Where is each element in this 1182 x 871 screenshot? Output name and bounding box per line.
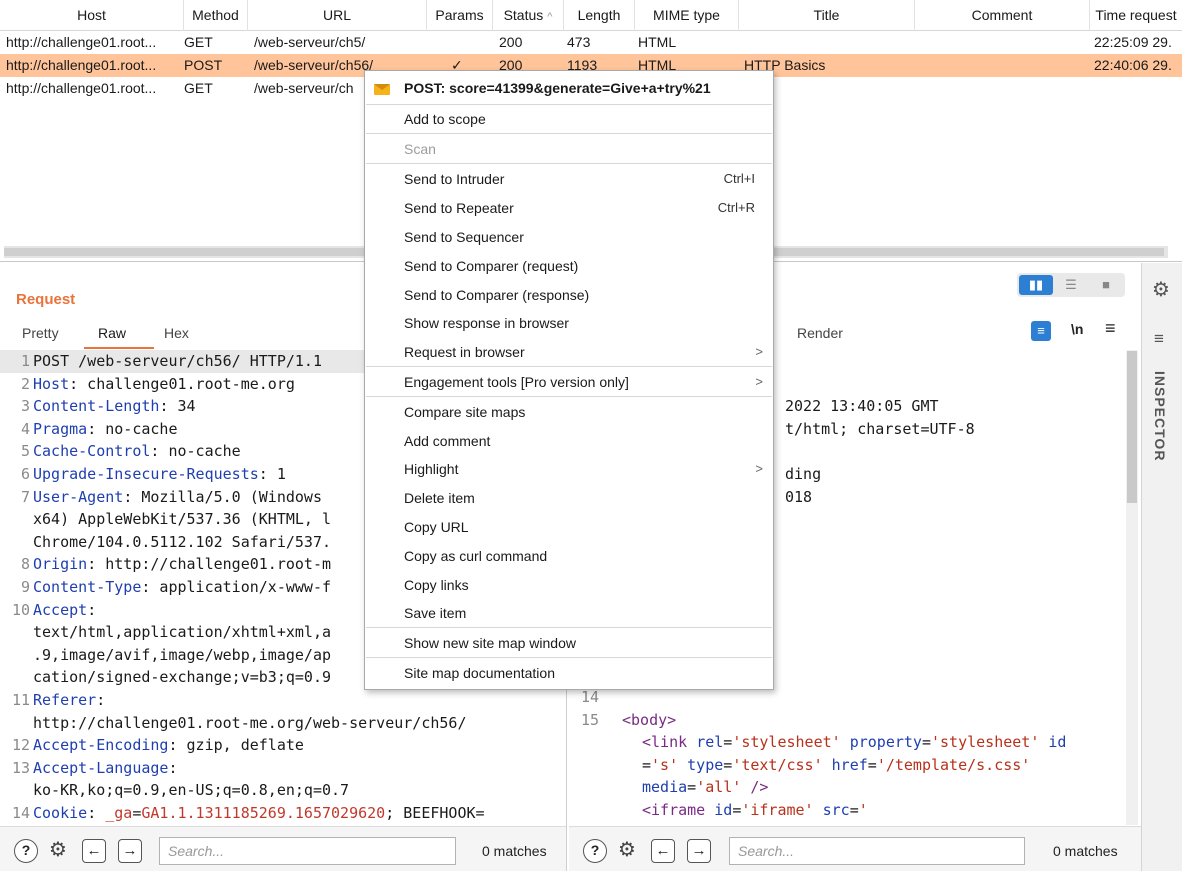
inspector-sidebar: ⚙ ≡ INSPECTOR [1141,263,1182,871]
tab-hex[interactable]: Hex [164,325,189,341]
menu-item-highlight[interactable]: Highlight > [365,455,773,483]
split-horizontal-icon[interactable]: ☰ [1054,275,1088,295]
forward-arrow-icon[interactable]: → [687,839,711,863]
request-match-count: 0 matches [482,843,547,859]
request-search-input[interactable]: Search... [159,837,456,865]
column-header-host[interactable]: Host [0,0,184,31]
menu-item-save-item[interactable]: Save item [365,599,773,627]
cell-url: /web-serveur/ch5/ [254,34,366,50]
menu-item-compare-site-maps[interactable]: Compare site maps [365,398,773,426]
menu-item-scan: Scan [404,141,436,157]
back-arrow-icon[interactable]: ← [651,839,675,863]
code-line: ='s' type='text/css' href='/template/s.c… [642,755,1031,774]
code-line: http://challenge01.root-me.org/web-serve… [33,713,467,732]
request-search-bar: ? ⚙ ← → Search... 0 matches [0,826,566,871]
menu-item-send-to-repeater[interactable]: Send to Repeater Ctrl+R [365,194,773,222]
column-header-time-requested[interactable]: Time request [1090,0,1182,31]
code-line: 13 Accept-Language: [11,758,178,777]
menu-item-copy-url[interactable]: Copy URL [365,513,773,541]
menu-item-send-to-sequencer[interactable]: Send to Sequencer [365,223,773,251]
tab-raw[interactable]: Raw [98,325,126,341]
table-header: Host Method URL Params Status ^ Length MI… [0,0,1182,31]
wrap-lines-icon[interactable]: ≡ [1031,321,1051,341]
menu-item-request-in-browser[interactable]: Request in browser > [365,338,773,366]
menu-item-send-to-comparer-response[interactable]: Send to Comparer (response) [365,281,773,309]
request-title: Request [16,291,76,308]
column-header-status[interactable]: Status ^ [493,0,564,31]
cell-method: POST [184,57,223,73]
single-pane-icon[interactable]: ■ [1089,275,1123,295]
menu-item-site-map-documentation[interactable]: Site map documentation [365,659,773,687]
envelope-icon [374,84,390,95]
menu-icon[interactable]: ≡ [1154,329,1164,349]
response-match-count: 0 matches [1053,843,1118,859]
cell-host: http://challenge01.root... [6,34,157,50]
tab-pretty[interactable]: Pretty [22,325,59,341]
menu-item-engagement-tools[interactable]: Engagement tools [Pro version only] > [365,368,773,396]
back-arrow-icon[interactable]: ← [82,839,106,863]
context-menu: POST: score=41399&generate=Give+a+try%21… [364,70,774,690]
menu-item-show-new-site-map-window[interactable]: Show new site map window [365,629,773,657]
response-scrollbar-thumb[interactable] [1127,351,1137,503]
cell-host: http://challenge01.root... [6,80,157,96]
menu-item-show-response-in-browser[interactable]: Show response in browser [365,309,773,337]
cell-time: 22:40:06 29. [1094,57,1172,73]
chevron-right-icon: > [755,374,763,389]
forward-arrow-icon[interactable]: → [118,839,142,863]
cell-status: 200 [499,34,523,50]
cell-host: http://challenge01.root... [6,57,157,73]
column-header-method[interactable]: Method [184,0,248,31]
chevron-right-icon: > [755,344,763,359]
chevron-right-icon: > [755,461,763,476]
column-header-url[interactable]: URL [248,0,427,31]
show-newlines-toggle[interactable]: \n [1071,321,1083,337]
code-line: <iframe id='iframe' src=' [642,800,868,819]
tab-render[interactable]: Render [797,325,843,341]
gear-icon[interactable]: ⚙ [1152,277,1170,302]
layout-toggle: ▮▮ ☰ ■ [1017,273,1125,297]
menu-item-copy-as-curl[interactable]: Copy as curl command [365,542,773,570]
column-header-params[interactable]: Params [427,0,493,31]
code-line: 15 <body> [580,710,677,729]
code-line: <link rel='stylesheet' property='stylesh… [642,733,1067,752]
help-icon[interactable]: ? [14,839,38,863]
menu-item-add-comment[interactable]: Add comment [365,427,773,455]
menu-header-request-summary: POST: score=41399&generate=Give+a+try%21 [365,74,773,102]
table-row[interactable]: http://challenge01.root... GET /web-serv… [0,31,1182,54]
cell-method: GET [184,34,213,50]
response-code-tail: 14 15 <body> <link rel='stylesheet' prope… [569,686,1125,822]
gear-icon[interactable]: ⚙ [615,839,639,863]
code-line: media='all' /> [642,778,769,797]
column-header-comment[interactable]: Comment [915,0,1090,31]
menu-item-delete-item[interactable]: Delete item [365,484,773,512]
code-line: 14 Cookie: _ga=GA1.1.1311185269.165702962… [11,803,485,822]
split-vertical-icon[interactable]: ▮▮ [1019,275,1053,295]
gear-icon[interactable]: ⚙ [46,839,70,863]
column-header-length[interactable]: Length [564,0,635,31]
inspector-label[interactable]: INSPECTOR [1152,371,1168,461]
help-icon[interactable]: ? [583,839,607,863]
cell-length: 473 [567,34,591,50]
column-header-title[interactable]: Title [739,0,915,31]
code-line: 11 Referer: [11,690,106,709]
menu-item-add-to-scope[interactable]: Add to scope [365,105,773,133]
menu-icon[interactable]: ≡ [1105,318,1116,339]
response-search-bar: ? ⚙ ← → Search... 0 matches [569,826,1141,871]
menu-item-send-to-intruder[interactable]: Send to Intruder Ctrl+I [365,165,773,193]
code-line: ko-KR,ko;q=0.9,en-US;q=0.8,en;q=0.7 [33,781,350,800]
menu-item-copy-links[interactable]: Copy links [365,571,773,599]
response-search-input[interactable]: Search... [729,837,1025,865]
active-tab-indicator [84,347,154,349]
cell-time: 22:25:09 29. [1094,34,1172,50]
column-header-mime-type[interactable]: MIME type [635,0,739,31]
code-line: 12 Accept-Encoding: gzip, deflate [11,736,304,755]
sort-ascending-icon: ^ [547,11,553,23]
cell-method: GET [184,80,213,96]
menu-item-send-to-comparer-request[interactable]: Send to Comparer (request) [365,252,773,280]
cell-mime-type: HTML [638,34,677,50]
